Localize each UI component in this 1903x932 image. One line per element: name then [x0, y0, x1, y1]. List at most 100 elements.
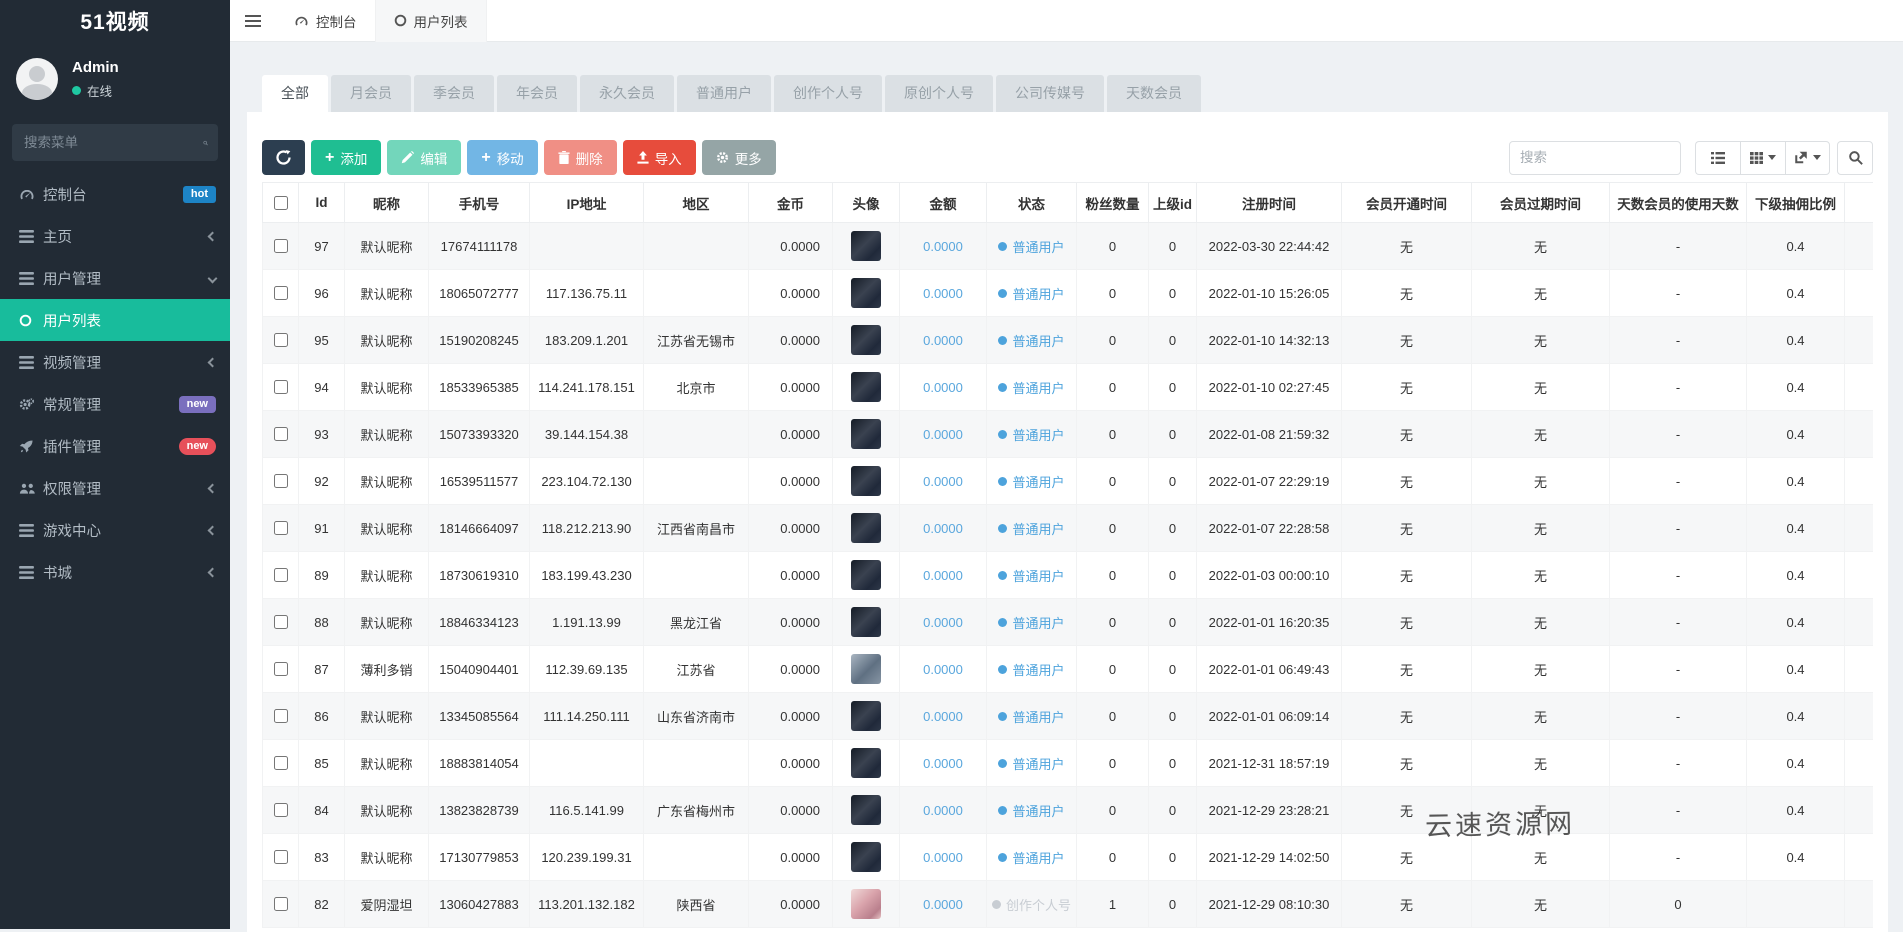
money-link[interactable]: 0.0000 — [923, 615, 963, 630]
status-badge[interactable]: 创作个人号 — [992, 895, 1071, 914]
filter-tab-all[interactable]: 全部 — [262, 75, 328, 112]
sidebar-item-permission-management[interactable]: 权限管理 — [0, 467, 230, 509]
user-avatar-image[interactable] — [851, 372, 881, 402]
row-checkbox[interactable] — [274, 333, 288, 347]
row-checkbox[interactable] — [274, 474, 288, 488]
row-checkbox[interactable] — [274, 380, 288, 394]
column-header[interactable]: 地区 — [644, 183, 749, 223]
status-badge[interactable]: 普通用户 — [998, 472, 1064, 491]
money-link[interactable]: 0.0000 — [923, 803, 963, 818]
topbar-tab-dashboard[interactable]: 控制台 — [276, 0, 376, 42]
column-header[interactable]: 昵称 — [345, 183, 429, 223]
status-badge[interactable]: 普通用户 — [998, 660, 1064, 679]
hamburger-icon[interactable] — [230, 0, 276, 42]
money-link[interactable]: 0.0000 — [923, 662, 963, 677]
filter-tab-quarterly[interactable]: 季会员 — [414, 75, 494, 112]
sidebar-item-video-management[interactable]: 视频管理 — [0, 341, 230, 383]
money-link[interactable]: 0.0000 — [923, 380, 963, 395]
refresh-button[interactable] — [262, 140, 305, 175]
filter-tab-yearly[interactable]: 年会员 — [497, 75, 577, 112]
money-link[interactable]: 0.0000 — [923, 286, 963, 301]
user-avatar-image[interactable] — [851, 795, 881, 825]
column-header[interactable]: 上级id — [1149, 183, 1197, 223]
status-badge[interactable]: 普通用户 — [998, 284, 1064, 303]
row-checkbox[interactable] — [274, 568, 288, 582]
column-header[interactable]: 状态 — [987, 183, 1077, 223]
user-avatar-image[interactable] — [851, 607, 881, 637]
avatar[interactable] — [16, 58, 58, 100]
user-avatar-image[interactable] — [851, 748, 881, 778]
status-badge[interactable]: 普通用户 — [998, 425, 1064, 444]
status-badge[interactable]: 普通用户 — [998, 707, 1064, 726]
status-badge[interactable]: 普通用户 — [998, 331, 1064, 350]
sidebar-search-input[interactable] — [22, 134, 203, 151]
sidebar-item-user-management[interactable]: 用户管理 — [0, 257, 230, 299]
move-button[interactable]: +移动 — [467, 140, 537, 175]
money-link[interactable]: 0.0000 — [923, 897, 963, 912]
row-checkbox[interactable] — [274, 850, 288, 864]
status-badge[interactable]: 普通用户 — [998, 237, 1064, 256]
sidebar-item-dashboard[interactable]: 控制台 hot — [0, 173, 230, 215]
column-header[interactable]: 会员过期时间 — [1472, 183, 1610, 223]
row-checkbox[interactable] — [274, 239, 288, 253]
filter-tab-permanent[interactable]: 永久会员 — [580, 75, 674, 112]
sidebar-item-home[interactable]: 主页 — [0, 215, 230, 257]
row-checkbox[interactable] — [274, 286, 288, 300]
money-link[interactable]: 0.0000 — [923, 427, 963, 442]
user-avatar-image[interactable] — [851, 325, 881, 355]
column-header[interactable]: 下级抽佣比例 — [1747, 183, 1845, 223]
column-header[interactable]: 注册时间 — [1197, 183, 1342, 223]
money-link[interactable]: 0.0000 — [923, 568, 963, 583]
search-button[interactable] — [1837, 141, 1873, 175]
columns-button[interactable] — [1740, 141, 1785, 175]
status-badge[interactable]: 普通用户 — [998, 848, 1064, 867]
sidebar-item-general-management[interactable]: 常规管理 new — [0, 383, 230, 425]
filter-tab-creator[interactable]: 创作个人号 — [774, 75, 882, 112]
money-link[interactable]: 0.0000 — [923, 333, 963, 348]
column-header[interactable]: 金额 — [900, 183, 987, 223]
column-header[interactable]: 手机号 — [429, 183, 530, 223]
delete-button[interactable]: 删除 — [544, 140, 617, 175]
topbar-tab-user-list[interactable]: 用户列表 — [376, 0, 487, 42]
detail-view-button[interactable] — [1695, 141, 1740, 175]
user-avatar-image[interactable] — [851, 654, 881, 684]
user-avatar-image[interactable] — [851, 278, 881, 308]
sidebar-item-game-center[interactable]: 游戏中心 — [0, 509, 230, 551]
user-avatar-image[interactable] — [851, 842, 881, 872]
filter-tab-original[interactable]: 原创个人号 — [885, 75, 993, 112]
column-header[interactable]: IP地址 — [530, 183, 644, 223]
column-header[interactable]: 头像 — [833, 183, 900, 223]
filter-tab-media[interactable]: 公司传媒号 — [996, 75, 1104, 112]
user-avatar-image[interactable] — [851, 419, 881, 449]
filter-tab-normal-user[interactable]: 普通用户 — [677, 75, 771, 112]
user-avatar-image[interactable] — [851, 231, 881, 261]
money-link[interactable]: 0.0000 — [923, 709, 963, 724]
column-header[interactable]: Id — [299, 183, 345, 223]
row-checkbox[interactable] — [274, 615, 288, 629]
status-badge[interactable]: 普通用户 — [998, 378, 1064, 397]
user-avatar-image[interactable] — [851, 466, 881, 496]
table-search-input[interactable] — [1509, 141, 1681, 175]
money-link[interactable]: 0.0000 — [923, 521, 963, 536]
row-checkbox[interactable] — [274, 709, 288, 723]
row-checkbox[interactable] — [274, 756, 288, 770]
money-link[interactable]: 0.0000 — [923, 850, 963, 865]
status-badge[interactable]: 普通用户 — [998, 613, 1064, 632]
edit-button[interactable]: 编辑 — [387, 140, 461, 175]
filter-tab-days-member[interactable]: 天数会员 — [1107, 75, 1201, 112]
row-checkbox[interactable] — [274, 897, 288, 911]
status-badge[interactable]: 普通用户 — [998, 754, 1064, 773]
user-avatar-image[interactable] — [851, 560, 881, 590]
row-checkbox[interactable] — [274, 662, 288, 676]
money-link[interactable]: 0.0000 — [923, 239, 963, 254]
column-header[interactable]: 粉丝数量 — [1077, 183, 1149, 223]
sidebar-item-plugin-management[interactable]: 插件管理 new — [0, 425, 230, 467]
column-header[interactable]: 天数会员的使用天数 — [1610, 183, 1747, 223]
import-button[interactable]: 导入 — [623, 140, 696, 175]
row-checkbox[interactable] — [274, 427, 288, 441]
filter-tab-monthly[interactable]: 月会员 — [331, 75, 411, 112]
row-checkbox[interactable] — [274, 803, 288, 817]
user-avatar-image[interactable] — [851, 701, 881, 731]
more-button[interactable]: 更多 — [702, 140, 776, 175]
status-badge[interactable]: 普通用户 — [998, 519, 1064, 538]
